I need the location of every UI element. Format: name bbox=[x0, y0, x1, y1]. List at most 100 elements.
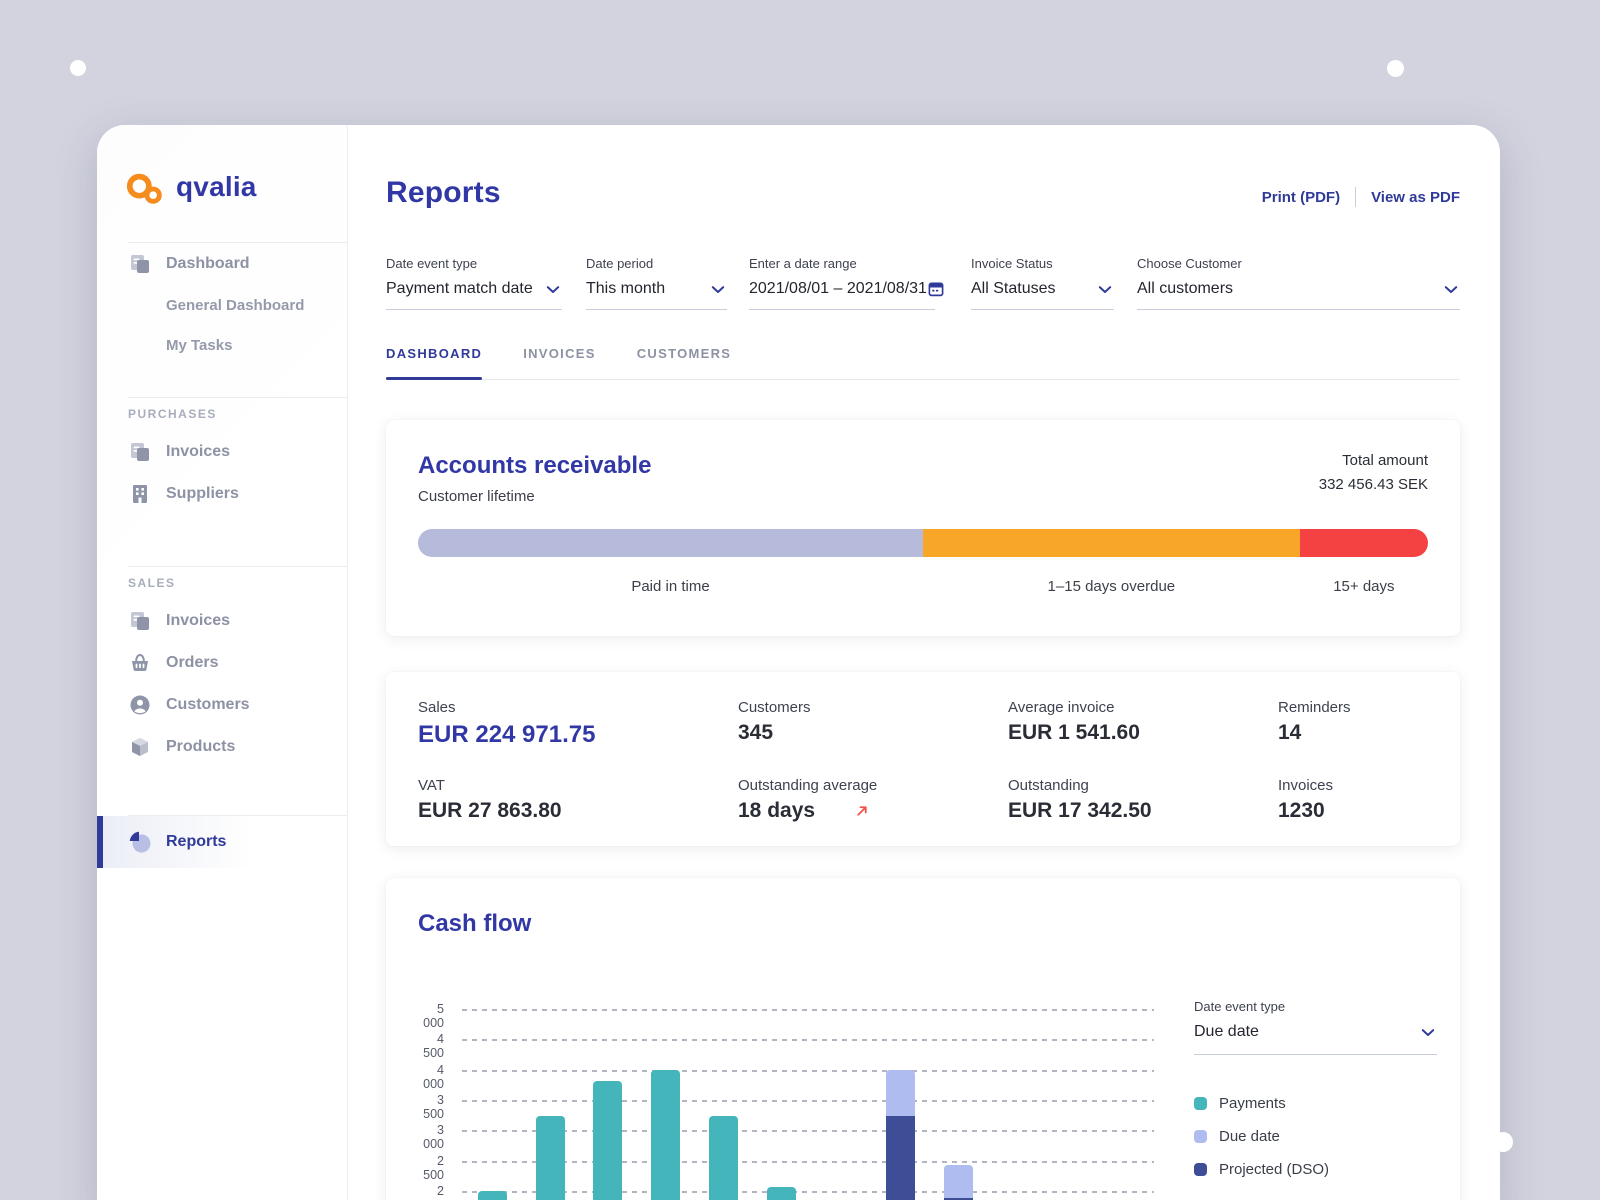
y-axis-tick-label: 4 000 bbox=[418, 1063, 444, 1091]
filter-date-event-type[interactable]: Date event typePayment match date bbox=[386, 256, 562, 310]
bar-segment bbox=[709, 1116, 738, 1200]
sidebar-item-label: Orders bbox=[166, 654, 218, 672]
sidebar-item-label: Reports bbox=[166, 833, 226, 851]
metric-value-row: 18 days bbox=[738, 799, 1008, 823]
filter-value: All customers bbox=[1137, 280, 1233, 298]
desktop-background: { "brand": { "name": "qvalia" }, "sideba… bbox=[0, 0, 1600, 1200]
page-header: Reports Print (PDF) View as PDF bbox=[386, 170, 1460, 210]
metric-label: Customers bbox=[738, 699, 1008, 716]
tab-customers[interactable]: CUSTOMERS bbox=[637, 346, 732, 379]
print-pdf-link[interactable]: Print (PDF) bbox=[1262, 189, 1340, 206]
sidebar-item-invoices[interactable]: Invoices bbox=[97, 431, 347, 473]
tab-invoices[interactable]: INVOICES bbox=[523, 346, 596, 379]
bar-segment bbox=[536, 1116, 565, 1200]
filter-value-row: All Statuses bbox=[971, 278, 1114, 300]
metrics-card: SalesEUR 224 971.75Customers345Average i… bbox=[386, 672, 1460, 846]
y-axis-tick-label: 3 000 bbox=[418, 1123, 444, 1151]
chart-date-event-type-select[interactable]: Date event type Due date bbox=[1194, 999, 1437, 1055]
ar-segment-label: 1–15 days overdue bbox=[923, 578, 1300, 595]
filter-label: Date event type bbox=[386, 256, 562, 271]
select-value: Due date bbox=[1194, 1023, 1259, 1041]
sidebar-section-title: SALES bbox=[97, 576, 347, 590]
metric-average-invoice: Average invoiceEUR 1 541.60 bbox=[1008, 699, 1278, 749]
filter-choose-customer[interactable]: Choose Customer All customers bbox=[1137, 256, 1460, 310]
metric-invoices: Invoices 1230 bbox=[1278, 777, 1428, 823]
accounts-receivable-subtitle: Customer lifetime bbox=[418, 488, 651, 505]
ar-segment-label: 15+ days bbox=[1300, 578, 1428, 595]
metric-reminders: Reminders 14 bbox=[1278, 699, 1428, 749]
sidebar-item-my-tasks[interactable]: My Tasks bbox=[97, 325, 347, 365]
brand-name: qvalia bbox=[176, 171, 257, 203]
sidebar-item-customers[interactable]: Customers bbox=[97, 684, 347, 726]
background-dot bbox=[70, 60, 86, 76]
ar-bar-segment bbox=[1300, 529, 1428, 557]
filter-invoice-status[interactable]: Invoice Status All Statuses bbox=[971, 256, 1114, 310]
filter-label: Date period bbox=[586, 256, 727, 271]
sidebar-item-reports[interactable]: Reports bbox=[97, 816, 347, 868]
metric-value: 345 bbox=[738, 721, 773, 745]
metric-value: EUR 17 342.50 bbox=[1008, 799, 1152, 823]
metric-value: 18 days bbox=[738, 799, 815, 823]
bar-segment bbox=[944, 1165, 973, 1198]
sidebar-item-orders[interactable]: Orders bbox=[97, 642, 347, 684]
view-as-pdf-link[interactable]: View as PDF bbox=[1371, 189, 1460, 206]
ar-bar-segment bbox=[923, 529, 1300, 557]
legend-item: Due date bbox=[1194, 1125, 1437, 1147]
metric-label: Reminders bbox=[1278, 699, 1428, 716]
aging-progress-bar bbox=[418, 529, 1428, 557]
divider bbox=[1355, 187, 1356, 207]
sidebar-item-suppliers[interactable]: Suppliers bbox=[97, 473, 347, 515]
metric-value-row: EUR 224 971.75 bbox=[418, 721, 738, 749]
filter-enter-a-date-range[interactable]: Enter a date range2021/08/01 – 2021/08/3… bbox=[749, 256, 935, 310]
sidebar-item-label: Products bbox=[166, 738, 235, 756]
documents-icon bbox=[128, 440, 152, 464]
sidebar-item-invoices[interactable]: Invoices bbox=[97, 600, 347, 642]
filter-label: Choose Customer bbox=[1137, 256, 1460, 271]
metric-customers: Customers 345 bbox=[738, 699, 1008, 749]
bar-segment bbox=[651, 1070, 680, 1200]
box-icon bbox=[128, 735, 152, 759]
metric-value: 1230 bbox=[1278, 799, 1325, 823]
person-icon bbox=[128, 693, 152, 717]
pie-icon bbox=[128, 830, 152, 854]
filter-label: Invoice Status bbox=[971, 256, 1114, 271]
y-axis-tick-label: 4 500 bbox=[418, 1032, 444, 1060]
chart-legend: Payments Due date Projected (DSO) bbox=[1194, 1092, 1437, 1191]
metric-label: VAT bbox=[418, 777, 738, 794]
metric-value-row: EUR 17 342.50 bbox=[1008, 799, 1278, 823]
y-axis-tick-label: 3 500 bbox=[418, 1093, 444, 1121]
sidebar: qvalia DashboardGeneral DashboardMy Task… bbox=[97, 125, 348, 1200]
metric-value-row: 1230 bbox=[1278, 799, 1428, 823]
bar-segment bbox=[886, 1070, 915, 1117]
gridline bbox=[462, 1161, 1154, 1163]
sidebar-item-general-dashboard[interactable]: General Dashboard bbox=[97, 285, 347, 325]
tab-dashboard[interactable]: DASHBOARD bbox=[386, 346, 482, 379]
arrow-up-right-icon bbox=[853, 802, 871, 820]
gridline bbox=[462, 1100, 1154, 1102]
qvalia-logo[interactable]: qvalia bbox=[125, 170, 347, 208]
legend-label: Payments bbox=[1219, 1095, 1286, 1112]
documents-icon bbox=[128, 609, 152, 633]
gridline bbox=[462, 1070, 1154, 1072]
filter-date-period[interactable]: Date periodThis month bbox=[586, 256, 727, 310]
legend-label: Projected (DSO) bbox=[1219, 1161, 1329, 1178]
building-icon bbox=[128, 482, 152, 506]
metric-label: Outstanding average bbox=[738, 777, 1008, 794]
metric-label: Invoices bbox=[1278, 777, 1428, 794]
chevron-down-icon bbox=[544, 280, 562, 298]
metrics-grid: SalesEUR 224 971.75Customers345Average i… bbox=[418, 699, 1428, 823]
metric-value-row: 14 bbox=[1278, 721, 1428, 745]
sidebar-item-label: Customers bbox=[166, 696, 250, 714]
gridline bbox=[462, 1191, 1154, 1193]
sidebar-section: Reports bbox=[97, 795, 347, 868]
metric-value: EUR 1 541.60 bbox=[1008, 721, 1140, 745]
documents-icon bbox=[128, 252, 152, 276]
accounts-receivable-title: Accounts receivable bbox=[418, 452, 651, 480]
metric-value: EUR 224 971.75 bbox=[418, 721, 595, 749]
sidebar-section: PURCHASESInvoicesSuppliers bbox=[97, 383, 347, 548]
sidebar-item-dashboard[interactable]: Dashboard bbox=[97, 243, 347, 285]
filter-value: All Statuses bbox=[971, 280, 1055, 298]
sidebar-nav: DashboardGeneral DashboardMy Tasks PURCHA… bbox=[97, 229, 347, 868]
bar-segment bbox=[886, 1116, 915, 1200]
sidebar-item-products[interactable]: Products bbox=[97, 726, 347, 768]
